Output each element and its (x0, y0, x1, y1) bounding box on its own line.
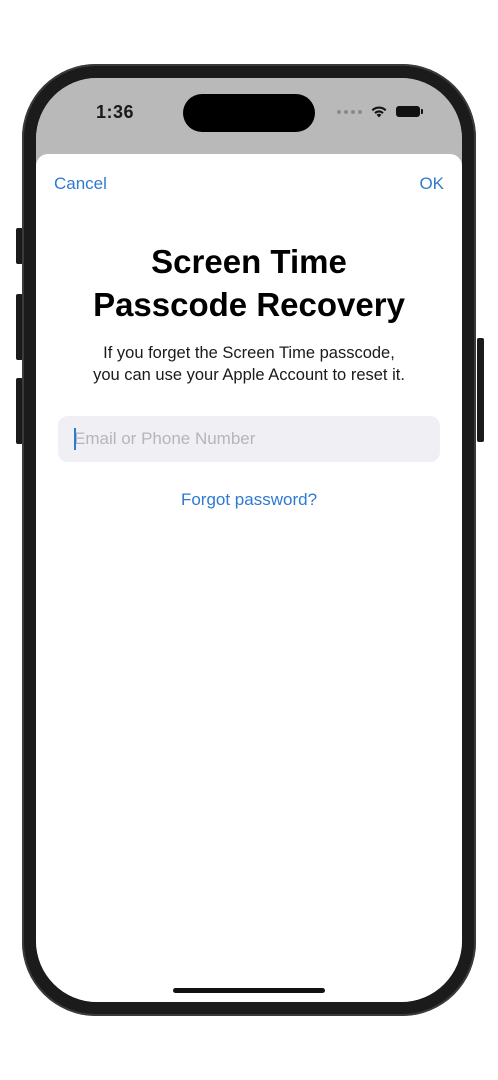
status-time: 1:36 (96, 102, 135, 122)
title-line-1: Screen Time (151, 243, 347, 280)
wifi-icon (370, 105, 388, 118)
forgot-password-link[interactable]: Forgot password? (36, 490, 462, 510)
power-button (477, 338, 484, 442)
email-or-phone-input[interactable] (58, 416, 440, 462)
description-line-2: you can use your Apple Account to reset … (93, 366, 405, 384)
cancel-button[interactable]: Cancel (54, 174, 107, 194)
ok-button[interactable]: OK (419, 174, 444, 194)
recovery-sheet: Cancel OK Screen Time Passcode Recovery … (36, 154, 462, 1002)
stage: 1:36 Cancel OK Screen Time Passcode Reco… (0, 0, 498, 1080)
screen: 1:36 Cancel OK Screen Time Passcode Reco… (36, 78, 462, 1002)
description: If you forget the Screen Time passcode, … (56, 342, 442, 386)
title-line-2: Passcode Recovery (93, 286, 405, 323)
signal-dots-icon (337, 109, 362, 114)
battery-icon (396, 106, 423, 117)
text-cursor (74, 428, 76, 450)
status-bar: 1:36 (36, 78, 462, 154)
home-indicator[interactable] (173, 988, 325, 993)
dynamic-island (183, 94, 315, 132)
description-line-1: If you forget the Screen Time passcode, (103, 344, 395, 362)
phone-frame: 1:36 Cancel OK Screen Time Passcode Reco… (22, 64, 476, 1016)
account-field[interactable] (58, 416, 440, 462)
page-title: Screen Time Passcode Recovery (36, 240, 462, 326)
status-icons (337, 105, 423, 118)
